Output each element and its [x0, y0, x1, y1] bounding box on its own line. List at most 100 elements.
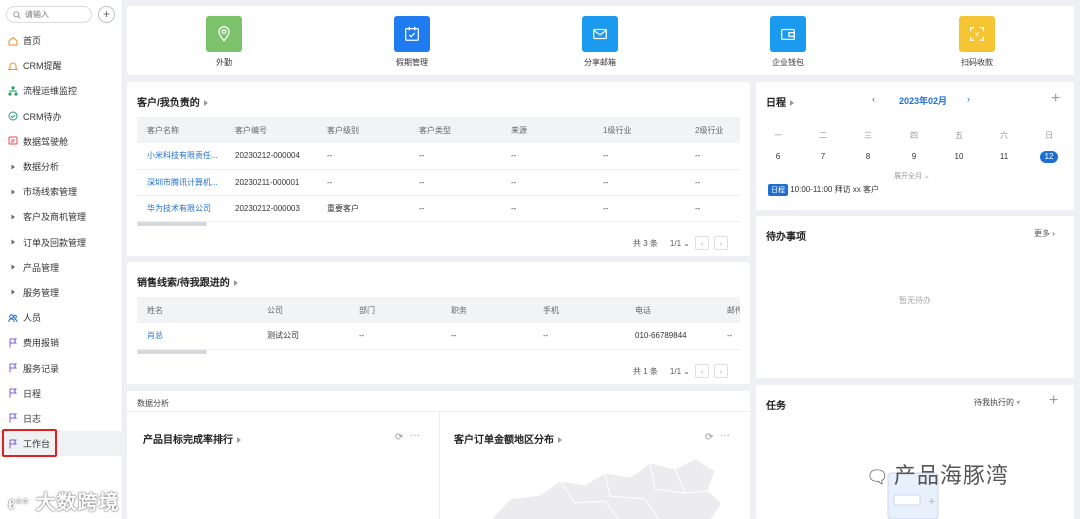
- table-row[interactable]: 深圳市腾讯计算机... 20230211-000001 -- -- -- -- --: [137, 169, 740, 196]
- pager-page-select[interactable]: 1/1 ⌄: [670, 239, 690, 248]
- row-name-link[interactable]: 小米科技有限责任...: [137, 143, 225, 170]
- sidebar-item-label: 流程运维监控: [23, 86, 78, 97]
- column-header[interactable]: 公司: [257, 297, 349, 323]
- prev-month-button[interactable]: ‹: [872, 94, 875, 104]
- table-cell: --: [593, 169, 685, 196]
- caret-right-icon: [7, 211, 18, 222]
- column-header[interactable]: 电话: [625, 297, 717, 323]
- leads-title[interactable]: 销售线索/待我跟进的: [137, 274, 238, 289]
- weekday-label: 四: [910, 131, 918, 140]
- sidebar-item[interactable]: 服务记录: [0, 355, 123, 380]
- add-schedule-button[interactable]: +: [1051, 90, 1060, 108]
- calendar-day[interactable]: 8: [858, 152, 878, 161]
- column-header[interactable]: 客户编号: [225, 117, 317, 143]
- prev-page-button[interactable]: ‹: [694, 364, 709, 378]
- refresh-icon[interactable]: ⟳: [705, 432, 713, 443]
- row-name-link[interactable]: 肖总: [137, 323, 257, 350]
- sidebar-item[interactable]: 数据驾驶舱: [0, 129, 123, 154]
- column-header[interactable]: 客户级别: [317, 117, 409, 143]
- calendar-event[interactable]: 日程 10:00-11:00 拜访 xx 客户: [768, 184, 879, 196]
- table-cell: 010-66789844: [625, 323, 717, 350]
- mail-icon: [582, 16, 618, 52]
- shortcut-company-wallet[interactable]: 企业钱包: [753, 16, 823, 68]
- column-header[interactable]: 手机: [533, 297, 625, 323]
- region-distribution-title[interactable]: 客户订单金额地区分布: [454, 431, 562, 446]
- table-row[interactable]: 小米科技有限责任... 20230212-000004 -- -- -- -- --: [137, 143, 740, 170]
- customers-pager: 共 3 条 1/1 ⌄ ‹ ›: [633, 236, 728, 250]
- column-header[interactable]: 来源: [501, 117, 593, 143]
- column-header[interactable]: 部门: [349, 297, 441, 323]
- column-header[interactable]: 2级行业: [685, 117, 740, 143]
- china-map: [491, 458, 723, 519]
- sidebar-item[interactable]: 客户及商机管理: [0, 204, 123, 229]
- calendar-month[interactable]: 2023年02月: [899, 94, 947, 107]
- row-name-link[interactable]: 华为技术有限公司: [137, 195, 225, 222]
- sidebar-item[interactable]: 订单及回款管理: [0, 230, 123, 255]
- next-page-button[interactable]: ›: [713, 236, 728, 250]
- caret-right-icon: [203, 100, 208, 107]
- sidebar-item[interactable]: 产品管理: [0, 255, 123, 280]
- search-box[interactable]: [6, 6, 92, 23]
- calendar-day[interactable]: 11: [994, 152, 1014, 161]
- sidebar-item[interactable]: 日程: [0, 381, 123, 406]
- column-header[interactable]: 客户名称: [137, 117, 225, 143]
- sidebar-item[interactable]: 流程运维监控: [0, 78, 123, 103]
- table-row[interactable]: 华为技术有限公司 20230212-000003 重要客户 -- -- -- --: [137, 195, 740, 222]
- product-ranking-title[interactable]: 产品目标完成率排行: [143, 431, 241, 446]
- customers-title[interactable]: 客户/我负责的: [137, 94, 208, 109]
- caret-right-icon: [233, 280, 238, 287]
- caret-right-icon: [7, 186, 18, 197]
- more-icon[interactable]: ···: [410, 430, 420, 441]
- sidebar-item[interactable]: 数据分析: [0, 154, 123, 179]
- sidebar-item[interactable]: 人员: [0, 305, 123, 330]
- expand-month-button[interactable]: 展开全月 ⌄: [894, 171, 930, 181]
- calendar-day[interactable]: 9: [904, 152, 924, 161]
- sidebar-item-label: 人员: [23, 313, 42, 324]
- calendar-day[interactable]: 10: [949, 152, 969, 161]
- next-page-button[interactable]: ›: [713, 364, 728, 378]
- sidebar-item[interactable]: 服务管理: [0, 280, 123, 305]
- sidebar-item[interactable]: 日志: [0, 406, 123, 431]
- sidebar-item[interactable]: 首页: [0, 28, 123, 53]
- column-header[interactable]: 姓名: [137, 297, 257, 323]
- calendar-day-today[interactable]: 12: [1040, 151, 1058, 163]
- search-input[interactable]: [25, 10, 87, 19]
- sidebar-item-label: 费用报销: [23, 338, 60, 349]
- table-row[interactable]: 肖总 测试公司 -- -- -- 010-66789844 --: [137, 323, 740, 350]
- refresh-icon[interactable]: ⟳: [395, 432, 403, 443]
- add-task-button[interactable]: +: [1049, 392, 1058, 410]
- shortcut-share-mailbox[interactable]: 分享邮箱: [565, 16, 635, 68]
- shortcut-leave-management[interactable]: 假期管理: [377, 16, 447, 68]
- calendar-day[interactable]: 7: [813, 152, 833, 161]
- pager-page-select[interactable]: 1/1 ⌄: [670, 367, 690, 376]
- calendar-day[interactable]: 6: [768, 152, 788, 161]
- calendar-title[interactable]: 日程: [766, 94, 794, 109]
- column-header[interactable]: 1级行业: [593, 117, 685, 143]
- shortcut-field-work[interactable]: 外勤: [189, 16, 259, 68]
- todo-more-link[interactable]: 更多 ›: [1034, 228, 1055, 239]
- table-cell: --: [317, 143, 409, 170]
- shortcut-bar: 外勤 假期管理 分享邮箱 企业钱包 ¥ 扫码收款: [127, 6, 1074, 75]
- prev-page-button[interactable]: ‹: [694, 236, 709, 250]
- add-button[interactable]: +: [98, 6, 115, 23]
- more-icon[interactable]: ···: [720, 430, 730, 441]
- highlight-annotation-box: [2, 429, 57, 457]
- table-scrollbar[interactable]: [137, 222, 207, 226]
- shortcut-scan-pay[interactable]: ¥ 扫码收款: [942, 16, 1012, 68]
- weekday-label: 五: [955, 131, 963, 140]
- svg-text:+: +: [928, 497, 936, 507]
- tasks-filter-select[interactable]: 待我执行的 ▾: [974, 397, 1020, 408]
- sidebar-item[interactable]: CRM提醒: [0, 53, 123, 78]
- row-name-link[interactable]: 深圳市腾讯计算机...: [137, 169, 225, 196]
- next-month-button[interactable]: ›: [967, 94, 970, 104]
- sidebar-item[interactable]: 市场线索管理: [0, 179, 123, 204]
- sidebar-item[interactable]: 费用报销: [0, 330, 123, 355]
- sidebar-item-label: 服务记录: [23, 363, 60, 374]
- column-header[interactable]: 邮件: [717, 297, 740, 323]
- table-scrollbar[interactable]: [137, 350, 207, 354]
- sidebar-item-label: 数据驾驶舱: [23, 136, 69, 147]
- sidebar-item[interactable]: CRM待办: [0, 104, 123, 129]
- svg-text:¥: ¥: [975, 32, 979, 39]
- column-header[interactable]: 客户类型: [409, 117, 501, 143]
- column-header[interactable]: 职务: [441, 297, 533, 323]
